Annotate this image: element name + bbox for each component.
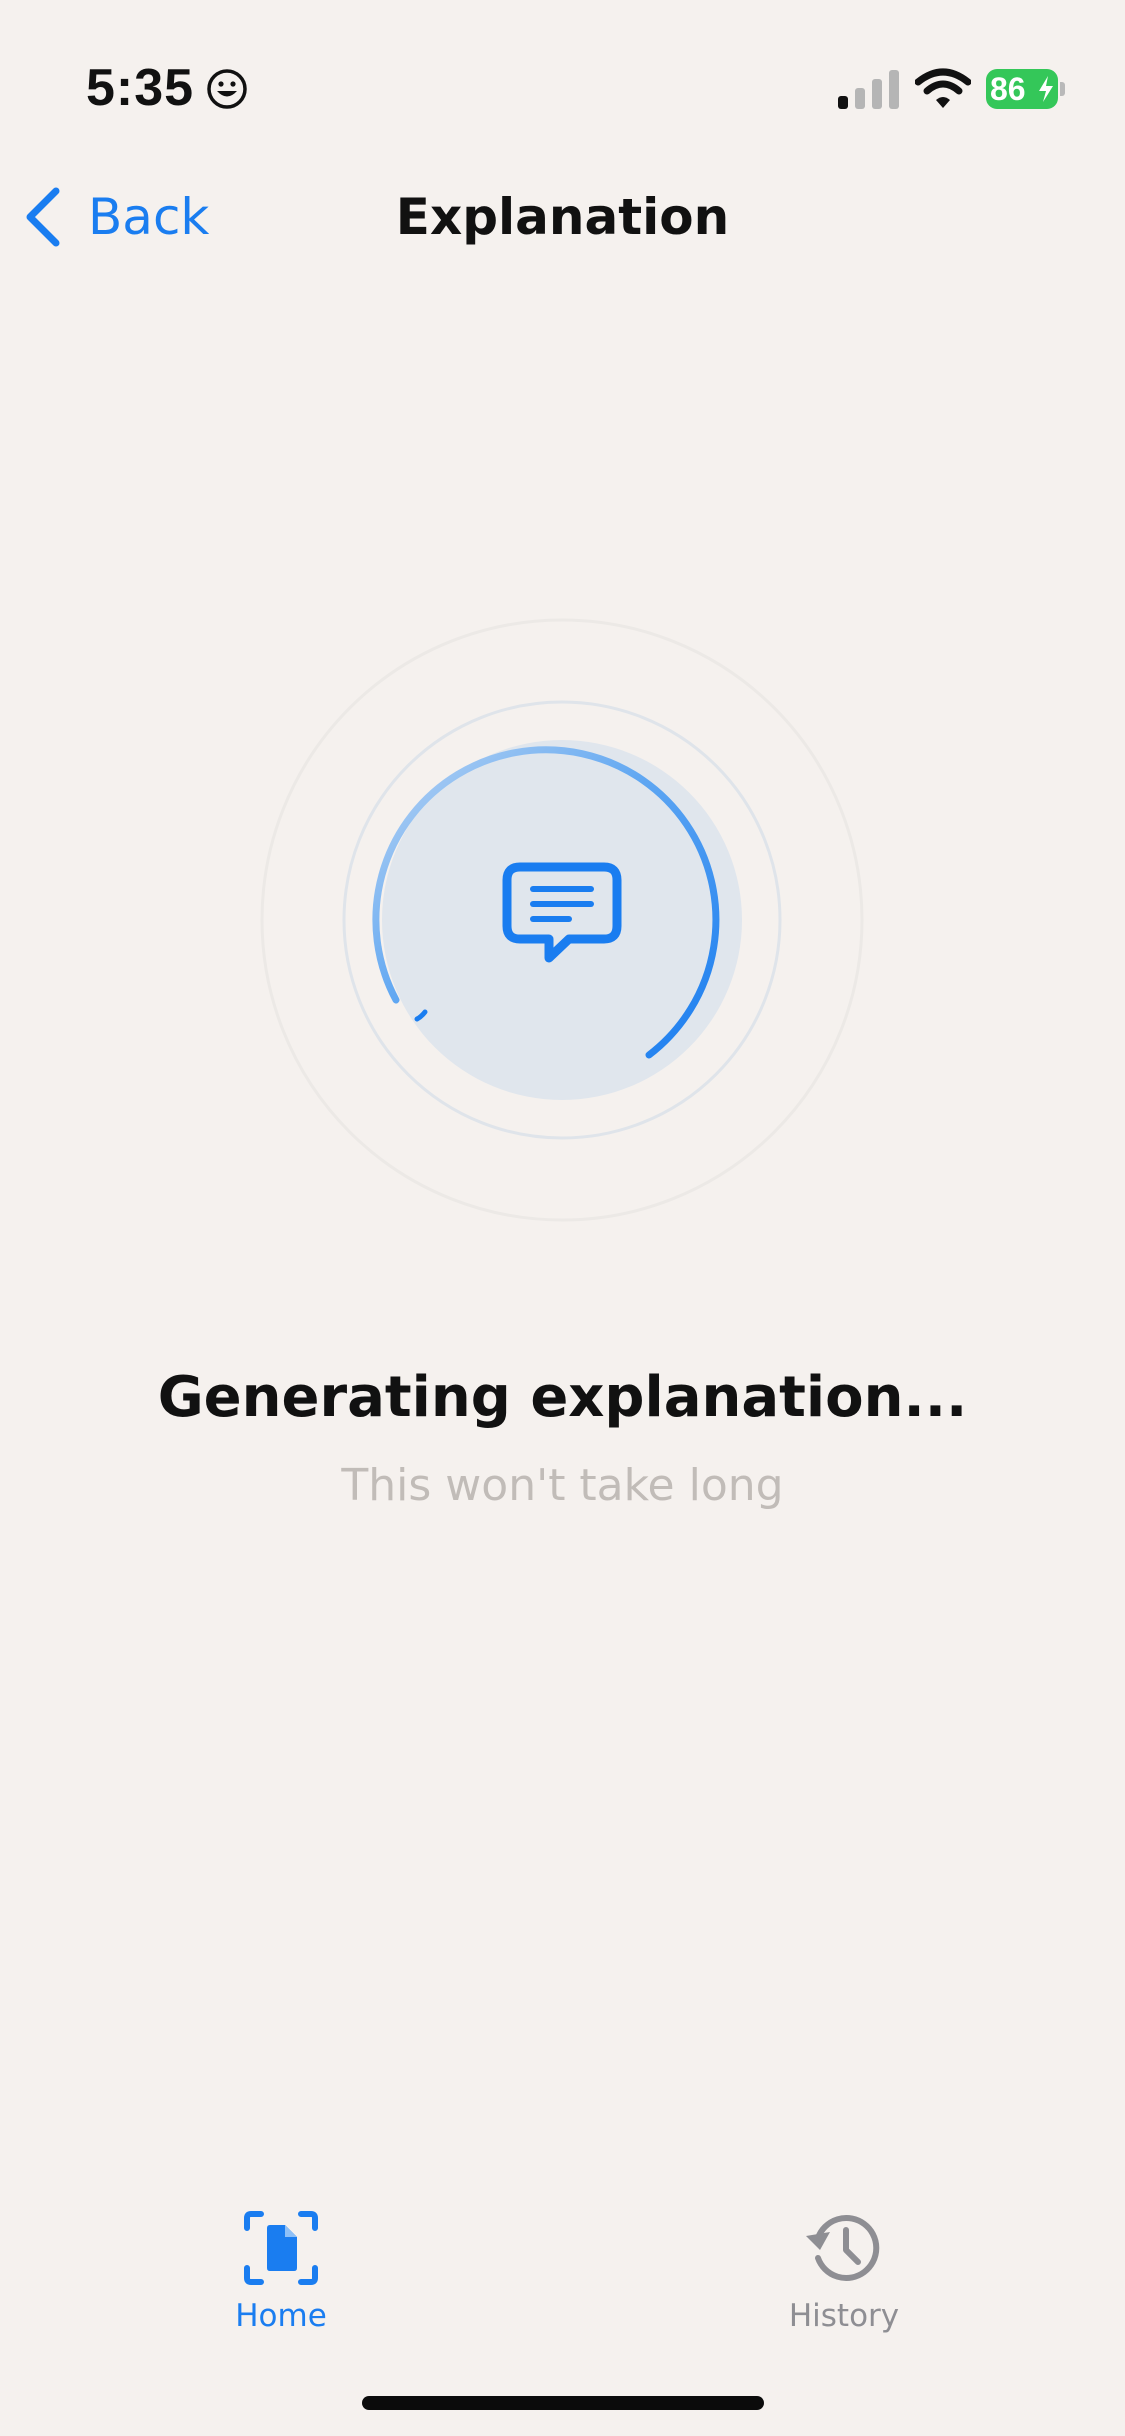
charging-bolt-icon <box>1039 76 1053 102</box>
document-scan-icon <box>244 2211 318 2285</box>
tab-history-label: History <box>788 2298 900 2334</box>
navigation-bar: Back Explanation <box>0 170 1125 260</box>
status-time: 5:35 <box>86 59 195 117</box>
status-bar: 5:35 86 <box>0 0 1125 150</box>
smiley-icon <box>207 69 247 109</box>
home-indicator[interactable] <box>362 2396 764 2410</box>
history-clock-icon <box>806 2215 880 2281</box>
tab-home-label: Home <box>235 2298 327 2334</box>
tab-home[interactable]: Home <box>161 2208 401 2334</box>
battery-level: 86 <box>990 71 1026 107</box>
loading-spinner <box>260 618 864 1222</box>
battery-cap <box>1060 82 1065 96</box>
tab-history[interactable]: History <box>724 2208 964 2334</box>
tab-bar: Home History <box>0 2180 1125 2380</box>
loading-title: Generating explanation... <box>157 1365 968 1430</box>
loading-indicator <box>212 580 912 1280</box>
page-title: Explanation <box>395 188 730 246</box>
wifi-icon <box>915 68 971 108</box>
battery-indicator: 86 <box>986 69 1066 109</box>
loading-subtitle: This won't take long <box>341 1460 784 1511</box>
cellular-signal-icon <box>838 70 899 109</box>
